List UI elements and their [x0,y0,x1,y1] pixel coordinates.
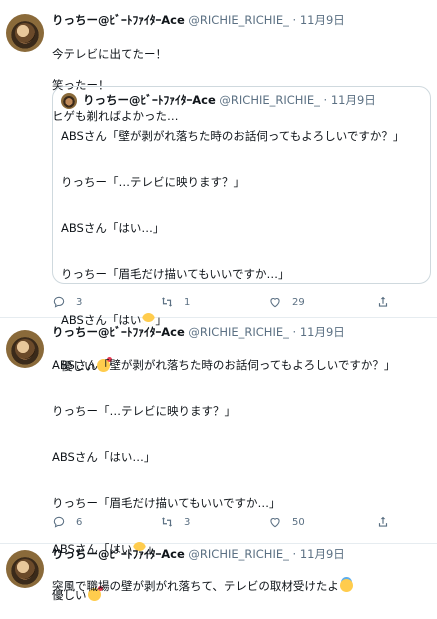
like-icon [270,518,280,528]
retweet-button[interactable]: 1 [160,294,190,310]
tweet[interactable]: りっちー@ﾋﾞｰﾄﾌｧｲﾀｰAce @RICHIE_RICHIE_ · 11月9… [0,0,437,373]
tweet-paragraph: ABSさん「はい…」 [52,449,156,464]
author-handle[interactable]: @RICHIE_RICHIE_ [188,547,288,561]
retweet-icon [161,297,173,307]
tweet-date[interactable]: 11月9日 [300,13,345,27]
reply-button[interactable]: 3 [52,294,82,310]
tweet-paragraph: りっちー「眉毛だけ描いてもいいですか…」 [61,266,290,281]
avatar[interactable] [6,330,44,368]
tweet-date[interactable]: 11月9日 [300,325,345,339]
smiling-face-with-halo-emoji [339,578,353,592]
tweet-line: 突風で職場の壁が剥がれ落ちて、テレビの取材受けたよ [52,578,432,595]
tweet-paragraph: りっちー「眉毛だけ描いてもいいですか…」 [52,495,281,510]
separator-dot: · [292,325,297,339]
tweet-line-text: 突風で職場の壁が剥がれ落ちて、テレビの取材受けたよ [52,578,339,593]
like-count: 50 [292,516,305,528]
like-button[interactable]: 50 [268,514,305,530]
retweet-icon [161,517,173,527]
like-button[interactable]: 29 [268,294,305,310]
author-name[interactable]: りっちー@ﾋﾞｰﾄﾌｧｲﾀｰAce [52,13,185,27]
separator-dot: · [292,13,297,27]
author-handle[interactable]: @RICHIE_RICHIE_ [188,325,288,339]
author-handle[interactable]: @RICHIE_RICHIE_ [188,13,288,27]
tweet[interactable]: りっちー@ﾋﾞｰﾄﾌｧｲﾀｰAce @RICHIE_RICHIE_ · 11月9… [0,318,437,602]
separator-dot: · [323,93,328,107]
avatar[interactable] [6,550,44,588]
reply-icon [53,296,65,308]
tweet-paragraph: ABSさん「壁が剥がれ落ちた時のお話伺ってもよろしいですか？」 [61,128,405,143]
author-handle: @RICHIE_RICHIE_ [219,93,320,107]
like-icon [270,298,280,308]
author-name: りっちー@ﾋﾞｰﾄﾌｧｲﾀｰAce [83,93,216,107]
share-button[interactable] [376,294,390,310]
tweet-paragraph: りっちー「…テレビに映ります？」 [52,403,236,418]
quoted-tweet[interactable]: りっちー@ﾋﾞｰﾄﾌｧｲﾀｰAce @RICHIE_RICHIE_ · 11月9… [52,86,431,373]
tweet-header: りっちー@ﾋﾞｰﾄﾌｧｲﾀｰAce @RICHIE_RICHIE_ · 11月9… [52,546,345,562]
reply-icon [53,516,65,528]
tweet-actions: 3 1 29 [52,294,432,310]
like-count: 29 [292,296,305,308]
share-button[interactable] [376,514,390,530]
reply-count: 3 [76,296,83,308]
tweet-header: りっちー@ﾋﾞｰﾄﾌｧｲﾀｰAce @RICHIE_RICHIE_ · 11月9… [52,12,345,28]
tweet[interactable]: りっちー@ﾋﾞｰﾄﾌｧｲﾀｰAce @RICHIE_RICHIE_ · 11月9… [0,544,437,594]
reply-button[interactable]: 6 [52,514,82,530]
tweet-paragraph: ABSさん「壁が剥がれ落ちた時のお話伺ってもよろしいですか？」 [52,357,396,372]
retweet-count: 3 [184,516,191,528]
author-name[interactable]: りっちー@ﾋﾞｰﾄﾌｧｲﾀｰAce [52,547,185,561]
avatar[interactable] [6,14,44,52]
quoted-avatar [61,93,77,109]
tweet-paragraph: りっちー「…テレビに映ります？」 [61,174,245,189]
separator-dot: · [292,547,297,561]
tweet-actions: 6 3 50 [52,514,432,530]
quoted-tweet-header: りっちー@ﾋﾞｰﾄﾌｧｲﾀｰAce @RICHIE_RICHIE_ · 11月9… [83,92,376,108]
share-icon [378,516,388,527]
tweet-paragraph: ABSさん「はい…」 [61,220,165,235]
tweet-line: 今テレビに出てたー！ [52,46,167,61]
retweet-count: 1 [184,296,191,308]
tweet-text: 突風で職場の壁が剥がれ落ちて、テレビの取材受けたよ [52,563,432,610]
reply-count: 6 [76,516,83,528]
tweet-date[interactable]: 11月9日 [300,547,345,561]
tweet-date: 11月9日 [330,93,376,107]
tweet-header: りっちー@ﾋﾞｰﾄﾌｧｲﾀｰAce @RICHIE_RICHIE_ · 11月9… [52,324,345,340]
share-icon [378,296,388,307]
author-name[interactable]: りっちー@ﾋﾞｰﾄﾌｧｲﾀｰAce [52,325,185,339]
retweet-button[interactable]: 3 [160,514,190,530]
